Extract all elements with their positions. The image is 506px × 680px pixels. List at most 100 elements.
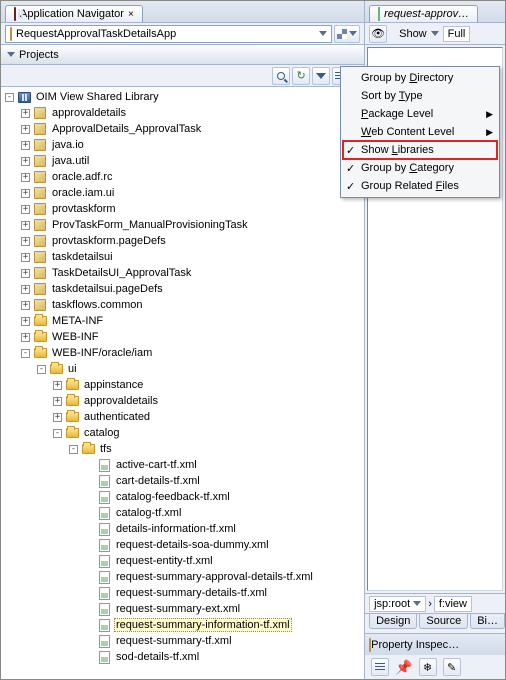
expand-icon[interactable]: +: [53, 397, 62, 406]
folder-icon: [33, 330, 47, 344]
application-selector[interactable]: RequestApprovalTaskDetailsApp: [5, 25, 332, 43]
projects-toolbar: ↻: [1, 65, 364, 87]
tree-node[interactable]: request-entity-tf.xml: [1, 553, 364, 569]
tree-node[interactable]: +taskdetailsui: [1, 249, 364, 265]
menu-item[interactable]: ✓Group Related Files: [343, 177, 497, 195]
tree-node[interactable]: -catalog: [1, 425, 364, 441]
menu-item[interactable]: Web Content Level▶: [343, 123, 497, 141]
editor-tab-label: request-approv…: [384, 8, 469, 20]
tree-node[interactable]: +appinstance: [1, 377, 364, 393]
tree-node[interactable]: +WEB-INF: [1, 329, 364, 345]
expand-icon[interactable]: +: [21, 109, 30, 118]
app-selector-options[interactable]: [334, 25, 360, 43]
tree-node[interactable]: details-information-tf.xml: [1, 521, 364, 537]
tree-node[interactable]: +provtaskform.pageDefs: [1, 233, 364, 249]
tree-node-label: ui: [66, 363, 79, 375]
tree-node[interactable]: +TaskDetailsUI_ApprovalTask: [1, 265, 364, 281]
pkg-icon: [33, 170, 47, 184]
tree-node[interactable]: -WEB-INF/oracle/iam: [1, 345, 364, 361]
tree-node[interactable]: +provtaskform: [1, 201, 364, 217]
tree-node[interactable]: -tfs: [1, 441, 364, 457]
expand-icon[interactable]: +: [21, 189, 30, 198]
search-button[interactable]: [272, 67, 290, 85]
projects-section-header[interactable]: Projects: [1, 45, 364, 65]
expand-icon[interactable]: +: [21, 141, 30, 150]
expand-icon[interactable]: +: [21, 173, 30, 182]
tree-node[interactable]: +approvaldetails: [1, 105, 364, 121]
tree-node[interactable]: catalog-tf.xml: [1, 505, 364, 521]
tree-node[interactable]: cart-details-tf.xml: [1, 473, 364, 489]
tree-node[interactable]: - ui: [1, 361, 364, 377]
projects-header-label: Projects: [19, 49, 59, 61]
tab-source[interactable]: Source: [419, 614, 468, 629]
tree-node[interactable]: +ApprovalDetails_ApprovalTask: [1, 121, 364, 137]
collapse-icon[interactable]: -: [69, 445, 78, 454]
prop-button-1[interactable]: [371, 658, 389, 676]
tree-node[interactable]: +approvaldetails: [1, 393, 364, 409]
collapse-icon[interactable]: -: [53, 429, 62, 438]
chevron-down-icon[interactable]: [431, 31, 439, 36]
tree-node[interactable]: active-cart-tf.xml: [1, 457, 364, 473]
tree-node[interactable]: request-summary-tf.xml: [1, 633, 364, 649]
projects-tree[interactable]: -OIM View Shared Library+approvaldetails…: [1, 87, 364, 679]
tree-node[interactable]: +ProvTaskForm_ManualProvisioningTask: [1, 217, 364, 233]
menu-item[interactable]: ✓Show Libraries: [343, 141, 497, 159]
prop-button-2[interactable]: ❄: [419, 658, 437, 676]
tree-node[interactable]: +oracle.adf.rc: [1, 169, 364, 185]
tab-design[interactable]: Design: [369, 614, 417, 629]
collapse-icon[interactable]: -: [5, 93, 14, 102]
expand-icon[interactable]: +: [53, 413, 62, 422]
tree-node[interactable]: +authenticated: [1, 409, 364, 425]
expand-icon[interactable]: +: [21, 317, 30, 326]
tree-node[interactable]: -OIM View Shared Library: [1, 89, 364, 105]
tree-node[interactable]: sod-details-tf.xml: [1, 649, 364, 665]
application-navigator-tab[interactable]: Application Navigator ×: [5, 5, 143, 22]
editor-tab[interactable]: request-approv…: [369, 5, 478, 22]
tree-node[interactable]: +taskflows.common: [1, 297, 364, 313]
refresh-button[interactable]: ↻: [292, 67, 310, 85]
tree-node[interactable]: catalog-feedback-tf.xml: [1, 489, 364, 505]
menu-item[interactable]: Package Level▶: [343, 105, 497, 123]
expand-icon[interactable]: +: [21, 301, 30, 310]
collapse-icon[interactable]: -: [21, 349, 30, 358]
tree-node[interactable]: request-details-soa-dummy.xml: [1, 537, 364, 553]
tree-node[interactable]: request-summary-information-tf.xml: [1, 617, 364, 633]
tree-node-label: request-summary-information-tf.xml: [114, 618, 292, 632]
tab-bindings[interactable]: Bi…: [470, 614, 505, 629]
eye-button[interactable]: 👁: [369, 25, 387, 43]
tree-node[interactable]: +META-INF: [1, 313, 364, 329]
tree-node[interactable]: request-summary-details-tf.xml: [1, 585, 364, 601]
tree-node[interactable]: +oracle.iam.ui: [1, 185, 364, 201]
tree-node[interactable]: +taskdetailsui.pageDefs: [1, 281, 364, 297]
breadcrumb-segment[interactable]: f:view: [434, 596, 472, 612]
filter-button[interactable]: [312, 67, 330, 85]
pkg-icon: [33, 266, 47, 280]
tree-node[interactable]: +java.util: [1, 153, 364, 169]
menu-item[interactable]: ✓Group by Category: [343, 159, 497, 177]
expand-icon[interactable]: +: [21, 205, 30, 214]
expand-icon[interactable]: +: [53, 381, 62, 390]
expand-icon[interactable]: +: [21, 253, 30, 262]
tree-node-label: request-summary-details-tf.xml: [114, 587, 269, 599]
tree-node[interactable]: +java.io: [1, 137, 364, 153]
expand-icon[interactable]: +: [21, 157, 30, 166]
view-mode-selector[interactable]: Full: [443, 26, 471, 42]
expand-icon[interactable]: +: [21, 125, 30, 134]
close-icon[interactable]: ×: [128, 9, 134, 20]
expand-icon[interactable]: +: [21, 269, 30, 278]
expand-icon[interactable]: +: [21, 221, 30, 230]
tree-node[interactable]: request-summary-approval-details-tf.xml: [1, 569, 364, 585]
prop-button-3[interactable]: ✎: [443, 658, 461, 676]
expand-icon[interactable]: +: [21, 285, 30, 294]
list-icon: [375, 663, 385, 671]
tree-node[interactable]: request-summary-ext.xml: [1, 601, 364, 617]
expand-icon[interactable]: +: [21, 237, 30, 246]
pin-icon[interactable]: 📌: [395, 659, 412, 676]
collapse-icon[interactable]: -: [37, 365, 46, 374]
expand-icon[interactable]: +: [21, 333, 30, 342]
menu-item[interactable]: Sort by Type: [343, 87, 497, 105]
property-inspector-header[interactable]: Property Inspec…: [365, 633, 505, 655]
pkg-icon: [33, 106, 47, 120]
breadcrumb-segment[interactable]: jsp:root: [369, 596, 426, 612]
menu-item[interactable]: Group by Directory: [343, 69, 497, 87]
